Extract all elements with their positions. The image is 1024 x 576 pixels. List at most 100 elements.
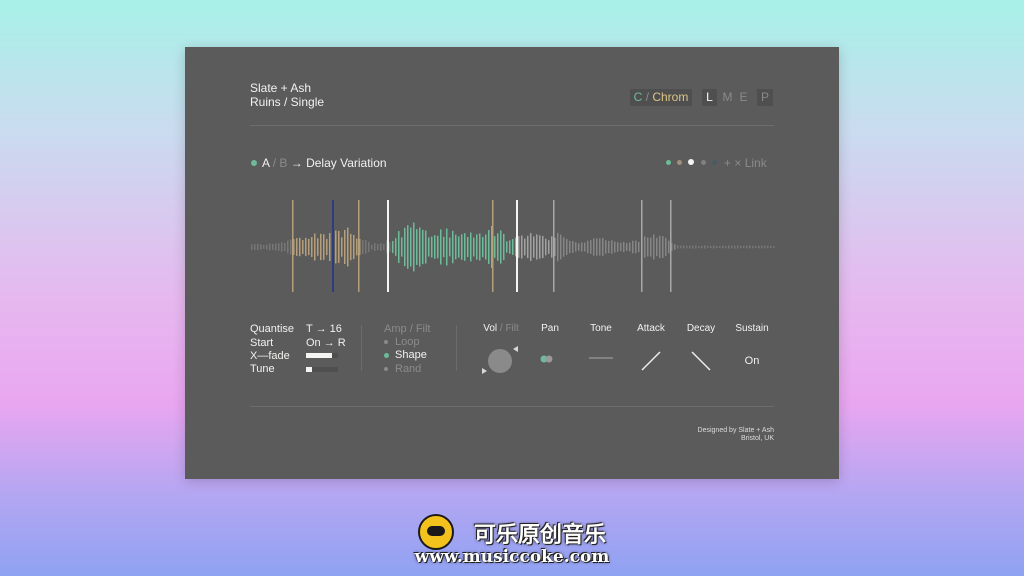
waveform-bar <box>647 237 649 257</box>
waveform-bar <box>551 236 553 258</box>
waveform-bar <box>596 238 598 256</box>
tune-slider-fill <box>306 367 312 372</box>
filt-label[interactable]: Filt <box>505 323 518 334</box>
waveform-bar <box>665 237 667 257</box>
waveform-bar <box>260 244 262 250</box>
mod-title-amp[interactable]: Amp <box>384 323 407 335</box>
param-quantise-value[interactable]: T → 16 <box>306 323 342 335</box>
region-marker[interactable] <box>358 200 360 292</box>
attack-control[interactable] <box>639 349 663 373</box>
waveform-bar <box>758 245 760 249</box>
param-tune-label: Tune <box>250 363 275 375</box>
loop-indicator <box>384 340 388 344</box>
layer-a-label[interactable]: A <box>262 156 269 170</box>
waveform-bars <box>251 222 775 272</box>
region-marker[interactable] <box>641 200 643 292</box>
waveform-bar <box>704 245 706 249</box>
param-start-label: Start <box>250 337 274 349</box>
link-label[interactable]: Link <box>745 156 767 170</box>
sustain-toggle[interactable]: On <box>722 355 782 367</box>
mode-button-e[interactable]: E <box>736 89 751 106</box>
layer-a-indicator <box>251 160 257 166</box>
waveform-bar <box>557 232 559 262</box>
waveform-bar <box>395 238 397 256</box>
link-controls[interactable]: + × Link <box>724 157 767 170</box>
waveform-bar <box>458 236 460 258</box>
region-marker[interactable] <box>387 200 389 292</box>
region-marker[interactable] <box>492 200 494 292</box>
scale-selector[interactable]: C / Chrom <box>630 89 692 106</box>
param-start-value[interactable]: On → R <box>306 337 346 349</box>
mode-button-l[interactable]: L <box>702 89 717 106</box>
waveform-bar <box>710 245 712 249</box>
link-dot-4[interactable] <box>701 160 706 165</box>
waveform-bar <box>422 229 424 265</box>
waveform-bar <box>275 243 277 251</box>
mod-option-loop[interactable]: Loop <box>395 336 419 348</box>
waveform-bar <box>506 241 508 253</box>
sustain-label: Sustain <box>735 323 769 334</box>
waveform-bar <box>419 227 421 267</box>
waveform-bar <box>644 236 646 258</box>
waveform-bar <box>692 245 694 249</box>
layer-b-label[interactable]: B <box>279 156 287 170</box>
mod-title-filt[interactable]: Filt <box>416 323 431 335</box>
plus-icon[interactable]: + <box>724 156 731 170</box>
layer-selector[interactable]: A / B → Delay Variation <box>262 157 387 170</box>
waveform-bar <box>377 243 379 251</box>
divider-bottom <box>250 406 774 407</box>
waveform-bar <box>773 245 775 249</box>
pan-control[interactable] <box>538 353 558 365</box>
mod-option-rand[interactable]: Rand <box>395 363 421 375</box>
link-dot-3[interactable] <box>688 159 694 165</box>
param-xfade-label: X—fade <box>250 350 290 362</box>
waveform-bar <box>746 245 748 249</box>
waveform-bar <box>770 245 772 249</box>
link-dot-2[interactable] <box>677 160 682 165</box>
waveform-bar <box>326 238 328 256</box>
waveform-bar <box>323 234 325 260</box>
waveform-bar <box>401 237 403 257</box>
waveform-bar <box>650 237 652 257</box>
waveform-bar <box>536 234 538 260</box>
region-marker[interactable] <box>670 200 672 292</box>
waveform-bar <box>743 245 745 249</box>
waveform-bar <box>581 242 583 252</box>
waveform-display[interactable] <box>185 187 839 307</box>
link-dot-5[interactable] <box>712 160 717 165</box>
waveform-bar <box>290 239 292 255</box>
waveform-bar <box>257 243 259 251</box>
mod-title-separator: / <box>409 323 413 335</box>
waveform-bar <box>638 241 640 253</box>
shape-indicator <box>384 353 389 358</box>
close-icon[interactable]: × <box>734 156 741 170</box>
waveform-bar <box>461 234 463 260</box>
waveform-bar <box>542 235 544 259</box>
mod-option-shape[interactable]: Shape <box>395 349 427 361</box>
tone-control[interactable] <box>587 353 615 363</box>
link-dot-1[interactable] <box>666 160 671 165</box>
vol-label[interactable]: Vol <box>483 323 497 334</box>
region-marker[interactable] <box>292 200 294 292</box>
tune-slider[interactable] <box>306 367 338 372</box>
waveform-bar <box>560 234 562 260</box>
mode-button-m[interactable]: M <box>720 89 735 106</box>
waveform-bar <box>602 238 604 256</box>
waveform-bar <box>335 230 337 264</box>
waveform-bar <box>632 240 634 254</box>
waveform-bar <box>392 241 394 253</box>
watermark-url: www.musiccoke.com <box>414 547 610 567</box>
volume-knob[interactable] <box>475 340 525 380</box>
waveform-bar <box>599 238 601 256</box>
scale-label: Chrom <box>652 90 689 104</box>
region-marker[interactable] <box>553 200 555 292</box>
region-marker[interactable] <box>516 200 518 292</box>
waveform-bar <box>284 242 286 252</box>
region-marker[interactable] <box>332 200 334 292</box>
waveform-bar <box>410 227 412 267</box>
waveform-bar <box>470 232 472 262</box>
mode-button-p[interactable]: P <box>757 89 773 106</box>
xfade-slider[interactable] <box>306 353 338 358</box>
waveform-bar <box>449 237 451 257</box>
decay-control[interactable] <box>689 349 713 373</box>
